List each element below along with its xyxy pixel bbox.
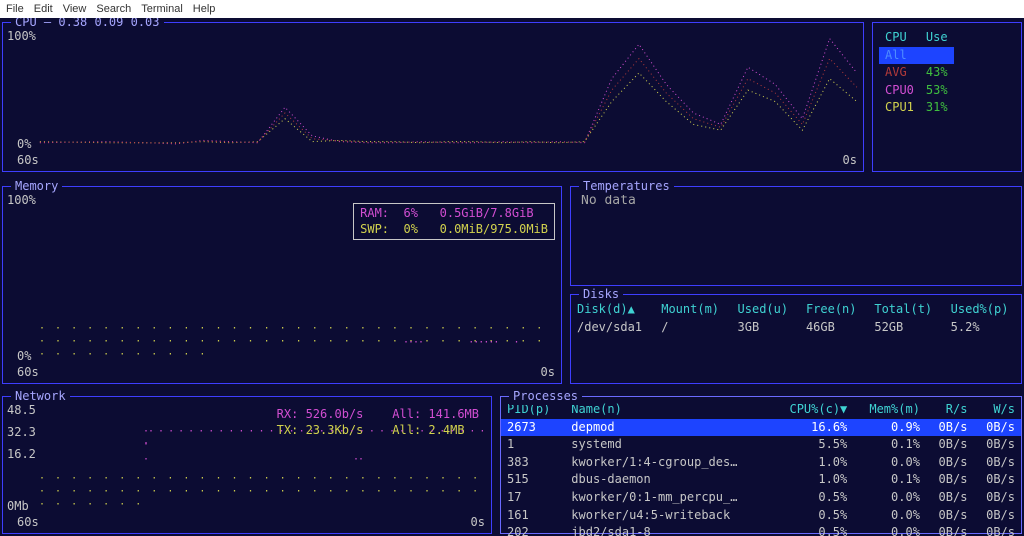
- tx-line: · · · · · · · · · · · · · · · · · · · · …: [39, 472, 485, 511]
- mem-y-bot: 0%: [17, 349, 31, 365]
- net-y2: 16.2: [7, 447, 36, 463]
- rx-rate: 526.0b/s: [306, 407, 364, 421]
- terminal-area: CPU — 0.38 0.09 0.03 100% 0% 60s 0s CPUU…: [0, 18, 1024, 536]
- cpu-table-panel: CPUUseAllAVG43%CPU053%CPU131%: [872, 22, 1022, 172]
- processes-panel: Processes PID(p)Name(n)CPU%(c)▼Mem%(m)R/…: [500, 396, 1022, 534]
- ram-line: ···· ······ ·: [403, 336, 518, 349]
- proc-header[interactable]: Mem%(m): [853, 401, 926, 419]
- cpu-header[interactable]: Use: [920, 29, 954, 47]
- disk-header[interactable]: Used%(p): [945, 301, 1021, 319]
- rx-drop2: ·: [143, 453, 148, 466]
- cpu-table[interactable]: CPUUseAllAVG43%CPU053%CPU131%: [879, 29, 954, 117]
- rx-label: RX:: [277, 407, 299, 421]
- disks-table[interactable]: Disk(d)▲Mount(m)Used(u)Free(n)Total(t)Us…: [571, 301, 1021, 336]
- cpu-graph-panel: CPU — 0.38 0.09 0.03 100% 0% 60s 0s: [2, 22, 864, 172]
- memory-legend: RAM: 6% 0.5GiB/7.8GiB SWP: 0% 0.0MiB/975…: [353, 203, 555, 240]
- proc-row[interactable]: 2673depmod16.6%0.9%0B/s0B/s: [501, 419, 1021, 437]
- rx-blip: ··: [353, 453, 363, 466]
- cpu-row[interactable]: AVG43%: [879, 64, 954, 82]
- cpu-row[interactable]: CPU131%: [879, 99, 954, 117]
- swp-label: SWP:: [360, 222, 389, 236]
- proc-header[interactable]: Name(n): [565, 401, 772, 419]
- rx-all: 141.6MB: [428, 407, 479, 421]
- network-panel: Network 48.5 32.3 16.2 0Mb 60s 0s RX: 52…: [2, 396, 492, 534]
- disk-header[interactable]: Disk(d)▲: [571, 301, 655, 319]
- proc-header[interactable]: R/s: [926, 401, 974, 419]
- mem-x-right: 0s: [541, 365, 555, 381]
- proc-header[interactable]: CPU%(c)▼: [772, 401, 853, 419]
- disks-title: Disks: [579, 287, 623, 303]
- disks-panel: Disks Disk(d)▲Mount(m)Used(u)Free(n)Tota…: [570, 294, 1022, 384]
- mem-y-top: 100%: [7, 193, 36, 209]
- proc-row[interactable]: 383kworker/1:4-cgroup_des…1.0%0.0%0B/s0B…: [501, 454, 1021, 472]
- cpu-row[interactable]: CPU053%: [879, 82, 954, 100]
- mem-x-left: 60s: [17, 365, 39, 381]
- disk-header[interactable]: Free(n): [800, 301, 868, 319]
- rx-all-lbl: All:: [392, 407, 421, 421]
- processes-title: Processes: [509, 389, 582, 405]
- ram-val: 0.5GiB/7.8GiB: [440, 206, 534, 220]
- proc-header[interactable]: W/s: [973, 401, 1021, 419]
- rx-line: ·· · · · · · · · · · · · · · · · · · · ·…: [143, 425, 491, 451]
- cpu-row[interactable]: All: [879, 47, 954, 65]
- net-y3: 0Mb: [7, 499, 29, 515]
- swp-pct: 0%: [403, 222, 417, 236]
- temperatures-panel: Temperatures No data: [570, 186, 1022, 286]
- cpu-graph-svg: [3, 23, 863, 171]
- swp-val: 0.0MiB/975.0MiB: [440, 222, 548, 236]
- ram-label: RAM:: [360, 206, 389, 220]
- net-x-left: 60s: [17, 515, 39, 531]
- proc-row[interactable]: 515dbus-daemon1.0%0.1%0B/s0B/s: [501, 471, 1021, 489]
- disk-header[interactable]: Mount(m): [655, 301, 731, 319]
- memory-panel: Memory 100% 0% 60s 0s RAM: 6% 0.5GiB/7.8…: [2, 186, 562, 384]
- disk-header[interactable]: Used(u): [732, 301, 800, 319]
- proc-row[interactable]: 17kworker/0:1-mm_percpu_…0.5%0.0%0B/s0B/…: [501, 489, 1021, 507]
- net-y1: 32.3: [7, 425, 36, 441]
- net-y0: 48.5: [7, 403, 36, 419]
- net-x-right: 0s: [471, 515, 485, 531]
- temperatures-title: Temperatures: [579, 179, 674, 195]
- processes-table[interactable]: PID(p)Name(n)CPU%(c)▼Mem%(m)R/sW/s2673de…: [501, 401, 1021, 536]
- proc-row[interactable]: 1systemd5.5%0.1%0B/s0B/s: [501, 436, 1021, 454]
- proc-row[interactable]: 202jbd2/sda1-80.5%0.0%0B/s0B/s: [501, 524, 1021, 536]
- proc-row[interactable]: 161kworker/u4:5-writeback0.5%0.0%0B/s0B/…: [501, 507, 1021, 525]
- disk-row[interactable]: /dev/sda1/3GB46GB52GB5.2%: [571, 319, 1021, 337]
- disk-header[interactable]: Total(t): [868, 301, 944, 319]
- rx-drop: ·: [143, 437, 148, 450]
- cpu-header[interactable]: CPU: [879, 29, 920, 47]
- ram-pct: 6%: [403, 206, 417, 220]
